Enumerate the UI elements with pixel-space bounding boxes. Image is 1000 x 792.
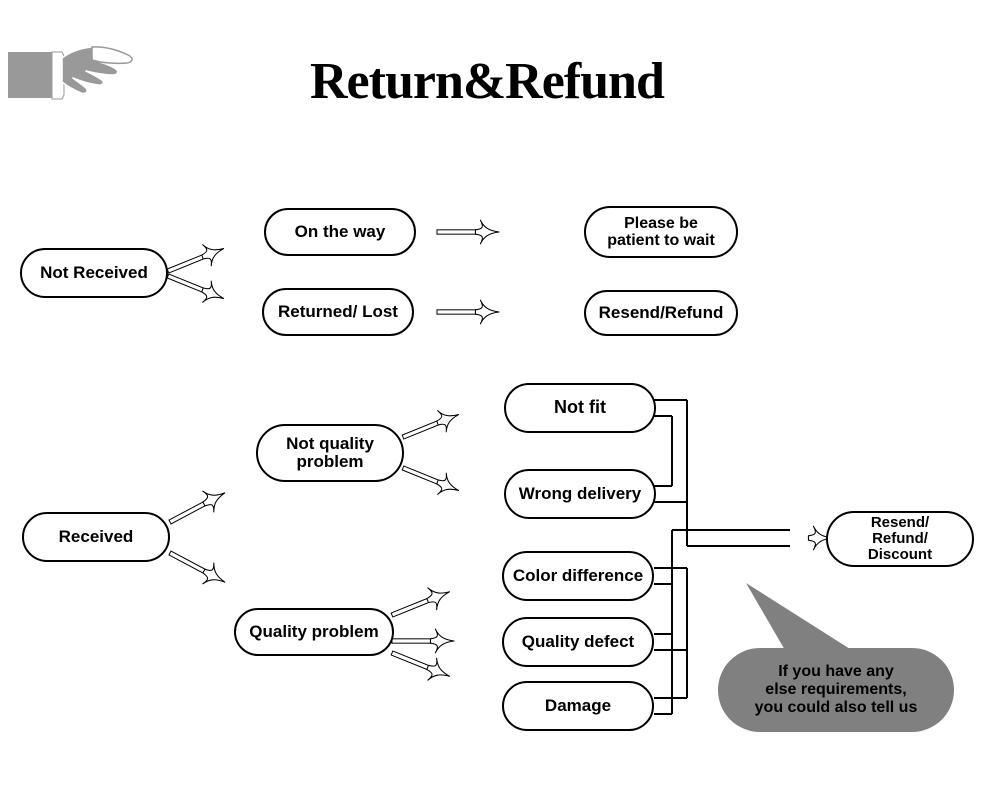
arrow-not-quality-to-wrong-delivery	[398, 456, 464, 502]
callout-bubble: If you have any else requirements, you c…	[718, 648, 954, 732]
node-color-difference[interactable]: Color difference	[502, 551, 654, 601]
node-on-the-way[interactable]: On the way	[264, 208, 416, 256]
node-label-line2: problem	[296, 452, 364, 471]
node-label: Damage	[544, 695, 612, 715]
arrow-quality-to-quality-defect	[391, 628, 455, 654]
node-label: Not Received	[40, 262, 148, 282]
node-label-line1: Not quality	[286, 433, 374, 453]
node-not-received[interactable]: Not Received	[20, 248, 168, 298]
callout-line1: If you have any	[778, 663, 894, 681]
node-received[interactable]: Received	[22, 512, 170, 562]
node-label: Quality defect	[521, 631, 635, 651]
node-label: Resend/Refund	[598, 302, 724, 322]
arrow-not-received-to-on-the-way	[163, 237, 229, 283]
node-resend-refund-discount[interactable]: Resend/ Refund/ Discount	[826, 511, 974, 567]
arrow-on-the-way-to-wait	[436, 219, 500, 245]
arrow-quality-to-color-difference	[387, 580, 455, 627]
arrow-not-quality-to-not-fit	[398, 403, 464, 449]
node-label-line2: Refund/	[872, 529, 928, 547]
node-damage[interactable]: Damage	[502, 681, 654, 731]
node-label: Not fit	[554, 397, 606, 418]
flowchart-page: Return&Refund Not Received On the way Re…	[0, 0, 1000, 792]
node-please-be-patient-to-wait[interactable]: Please be patient to wait	[584, 206, 738, 258]
node-label: Returned/ Lost	[278, 301, 398, 321]
arrow-quality-to-damage	[387, 641, 455, 688]
arrow-returned-lost-to-resend-refund	[436, 299, 500, 325]
arrow-not-received-to-returned-lost	[163, 264, 229, 310]
node-label: Wrong delivery	[518, 483, 642, 503]
node-label: Color difference	[512, 565, 644, 585]
callout-line2: else requirements,	[765, 681, 907, 699]
node-label: Quality problem	[249, 621, 379, 641]
node-quality-problem[interactable]: Quality problem	[234, 608, 394, 656]
arrow-received-to-quality-problem	[163, 542, 231, 594]
callout-line3: you could also tell us	[754, 698, 918, 716]
node-not-fit[interactable]: Not fit	[504, 383, 656, 433]
node-quality-defect[interactable]: Quality defect	[502, 617, 654, 667]
pointing-hand-icon	[8, 46, 133, 100]
node-returned-lost[interactable]: Returned/ Lost	[262, 288, 414, 336]
node-label: Received	[58, 526, 134, 546]
node-wrong-delivery[interactable]: Wrong delivery	[504, 469, 656, 519]
page-title: Return&Refund	[310, 53, 665, 110]
node-label-line3: Discount	[867, 546, 933, 564]
node-label: On the way	[294, 221, 386, 241]
node-resend-refund[interactable]: Resend/Refund	[584, 290, 738, 336]
arrow-received-to-not-quality-problem	[163, 481, 231, 533]
node-not-quality-problem[interactable]: Not quality problem	[256, 424, 404, 482]
node-label-line1: Please be	[624, 214, 698, 232]
node-label-line1: Resend/	[870, 513, 930, 531]
node-label-line2: patient to wait	[607, 232, 715, 249]
